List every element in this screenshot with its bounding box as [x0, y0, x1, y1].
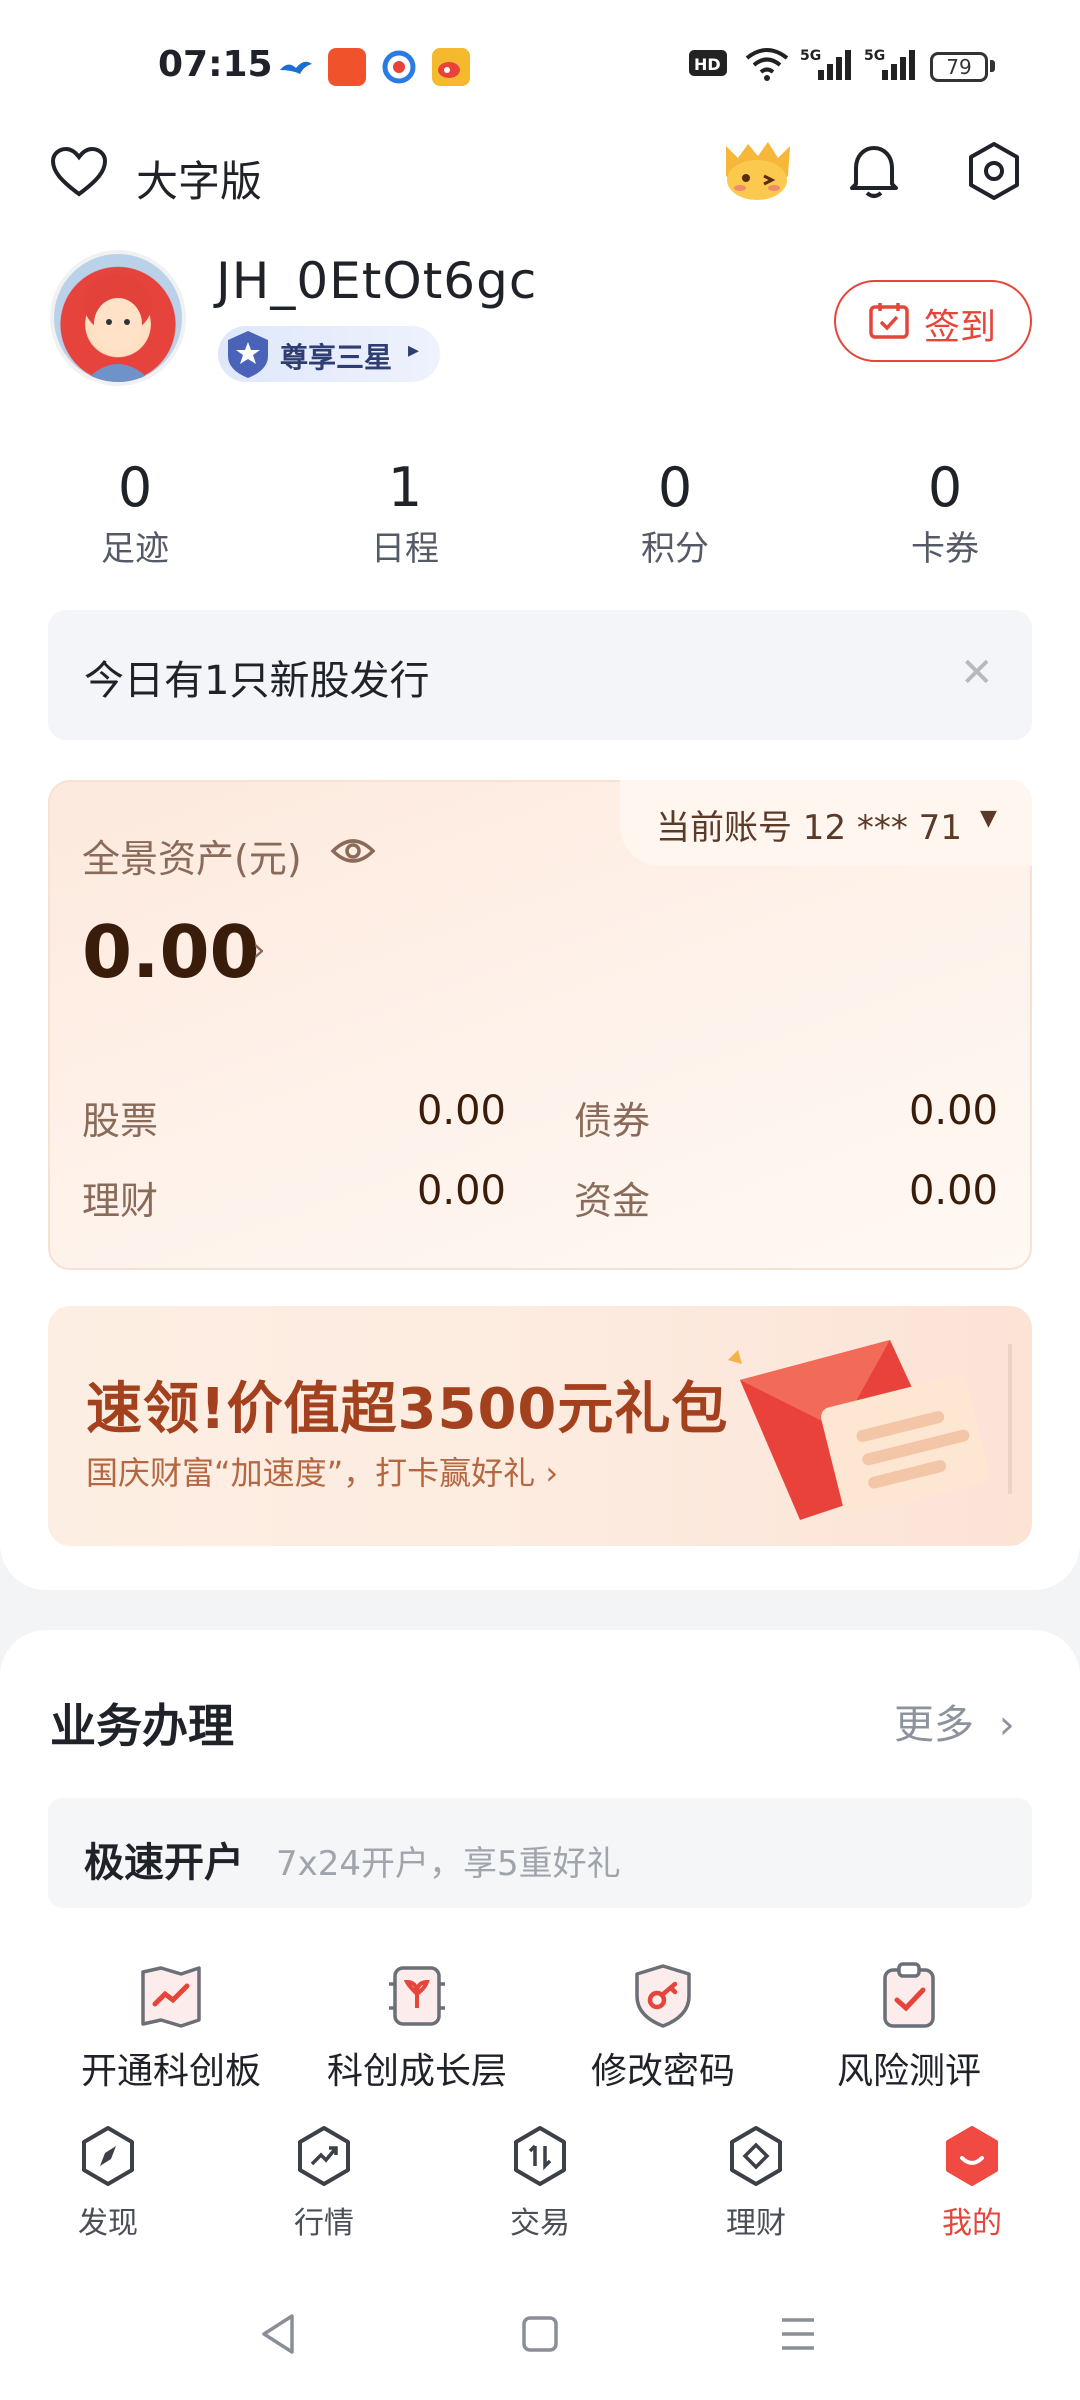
camera-app-icon [380, 48, 418, 90]
profile-icon [946, 2126, 998, 2186]
service-change-password[interactable]: 修改密码 [540, 1960, 786, 2094]
asset-label-wealth: 理财 [82, 1179, 159, 1223]
quick-open-subtitle[interactable]: 7x24开户，享5重好礼 [276, 1836, 621, 1885]
star-board-icon [141, 1966, 201, 2028]
tab-label: 发现 [78, 2206, 138, 2241]
service-growth-tier[interactable]: 科创成长层 [294, 1960, 540, 2094]
heart-icon[interactable] [50, 146, 108, 202]
stat-label: 积分 [641, 529, 709, 569]
bird-app-icon [278, 54, 314, 86]
service-label: 开通科创板 [80, 2051, 261, 2092]
gear-icon[interactable] [964, 140, 1024, 206]
eye-icon[interactable] [330, 834, 376, 872]
tab-mine[interactable]: 我的 [864, 2124, 1080, 2242]
5g-signal-icon: 5G [800, 46, 852, 86]
menu-icon[interactable] [778, 2316, 818, 2356]
asset-value-bond: 0.00 [908, 1088, 998, 1134]
promo-banner-title[interactable]: 速领!价值超3500元礼包 [86, 1364, 728, 1445]
mascot-icon[interactable] [718, 136, 796, 204]
asset-title: 全景资产(元) [82, 837, 302, 881]
ipo-notice-text[interactable]: 今日有1只新股发行 [84, 648, 429, 706]
home-icon[interactable] [520, 2314, 560, 2358]
chevron-right-icon[interactable]: › [252, 930, 266, 970]
tab-trade[interactable]: 交易 [432, 2124, 648, 2242]
service-label: 修改密码 [590, 2051, 735, 2092]
svg-text:HD: HD [694, 55, 721, 74]
red-app-icon [328, 48, 366, 86]
avatar[interactable] [50, 250, 186, 386]
stat-label: 足迹 [101, 529, 169, 569]
asset-value-stock: 0.00 [416, 1088, 506, 1134]
trade-icon [514, 2126, 566, 2186]
status-time: 07:15 [158, 44, 273, 85]
vip-level-label: 尊享三星 [280, 341, 393, 374]
tab-label: 交易 [510, 2206, 570, 2241]
stat-label: 日程 [371, 529, 439, 569]
asset-value-cash: 0.00 [908, 1168, 998, 1214]
tab-label: 我的 [942, 2206, 1002, 2241]
trend-icon [298, 2126, 350, 2186]
big-font-mode-label[interactable]: 大字版 [136, 148, 262, 209]
service-star-board[interactable]: 开通科创板 [48, 1960, 294, 2094]
asset-label-bond: 债券 [574, 1099, 651, 1143]
signin-label[interactable]: 签到 [924, 298, 996, 350]
5g-signal-icon: 5G [864, 46, 916, 86]
banner-disclaimer-mark [1000, 1344, 1030, 1499]
compass-icon [82, 2126, 134, 2186]
hd-icon: HD [688, 46, 728, 84]
svg-text:5G: 5G [864, 48, 885, 64]
asset-label-stock: 股票 [82, 1099, 159, 1143]
wealth-icon [730, 2126, 782, 2186]
business-more-link[interactable]: 更多 › [894, 1692, 1015, 1750]
tab-label: 理财 [726, 2206, 786, 2241]
svg-text:5G: 5G [800, 48, 821, 64]
weibo-icon [432, 48, 470, 86]
stat-value: 0 [927, 456, 963, 519]
tab-label: 行情 [294, 2206, 354, 2241]
battery-indicator: 79 [930, 52, 988, 82]
promo-banner-subtitle[interactable]: 国庆财富“加速度”，打卡赢好礼 › [86, 1448, 558, 1494]
tab-discover[interactable]: 发现 [0, 2124, 216, 2242]
stat-coupons[interactable]: 0 卡券 [845, 452, 1045, 574]
service-label: 科创成长层 [326, 2051, 507, 2092]
stat-points[interactable]: 0 积分 [575, 452, 775, 574]
service-risk-assessment[interactable]: 风险测评 [786, 1960, 1032, 2094]
stat-footprint[interactable]: 0 足迹 [35, 452, 235, 574]
growth-tier-icon [389, 1966, 445, 2026]
tab-market[interactable]: 行情 [216, 2124, 432, 2242]
stat-value: 1 [387, 456, 423, 519]
asset-value-wealth: 0.00 [416, 1168, 506, 1214]
bell-icon[interactable] [846, 142, 902, 204]
back-icon[interactable] [258, 2312, 298, 2360]
vip-arrow-icon: ▸ [408, 338, 420, 363]
wifi-icon [744, 46, 790, 86]
more-label[interactable]: 更多 [894, 1702, 974, 1748]
key-shield-icon [635, 1964, 691, 2028]
business-title: 业务办理 [50, 1699, 234, 1753]
asset-label-cash: 资金 [574, 1179, 651, 1223]
clipboard-check-icon [883, 1962, 935, 2028]
battery-tip [990, 60, 995, 72]
tab-wealth[interactable]: 理财 [648, 2124, 864, 2242]
asset-total[interactable]: 0.00 [82, 910, 260, 994]
close-icon[interactable]: ✕ [960, 650, 994, 696]
stat-schedule[interactable]: 1 日程 [305, 452, 505, 574]
stat-label: 卡券 [911, 529, 979, 569]
chevron-right-icon: › [998, 1702, 1015, 1748]
service-label: 风险测评 [836, 2051, 981, 2092]
stat-value: 0 [117, 456, 153, 519]
username: JH_0EtOt6gc [216, 252, 538, 310]
calendar-check-icon [868, 300, 910, 344]
quick-open-title[interactable]: 极速开户 [84, 1830, 244, 1888]
stat-value: 0 [657, 456, 693, 519]
caret-down-icon[interactable]: ▼ [980, 806, 997, 831]
vip-star-icon [222, 328, 274, 380]
gift-envelope-illustration [720, 1320, 1010, 1530]
account-label[interactable]: 当前账号 12 *** 71 [656, 800, 962, 849]
